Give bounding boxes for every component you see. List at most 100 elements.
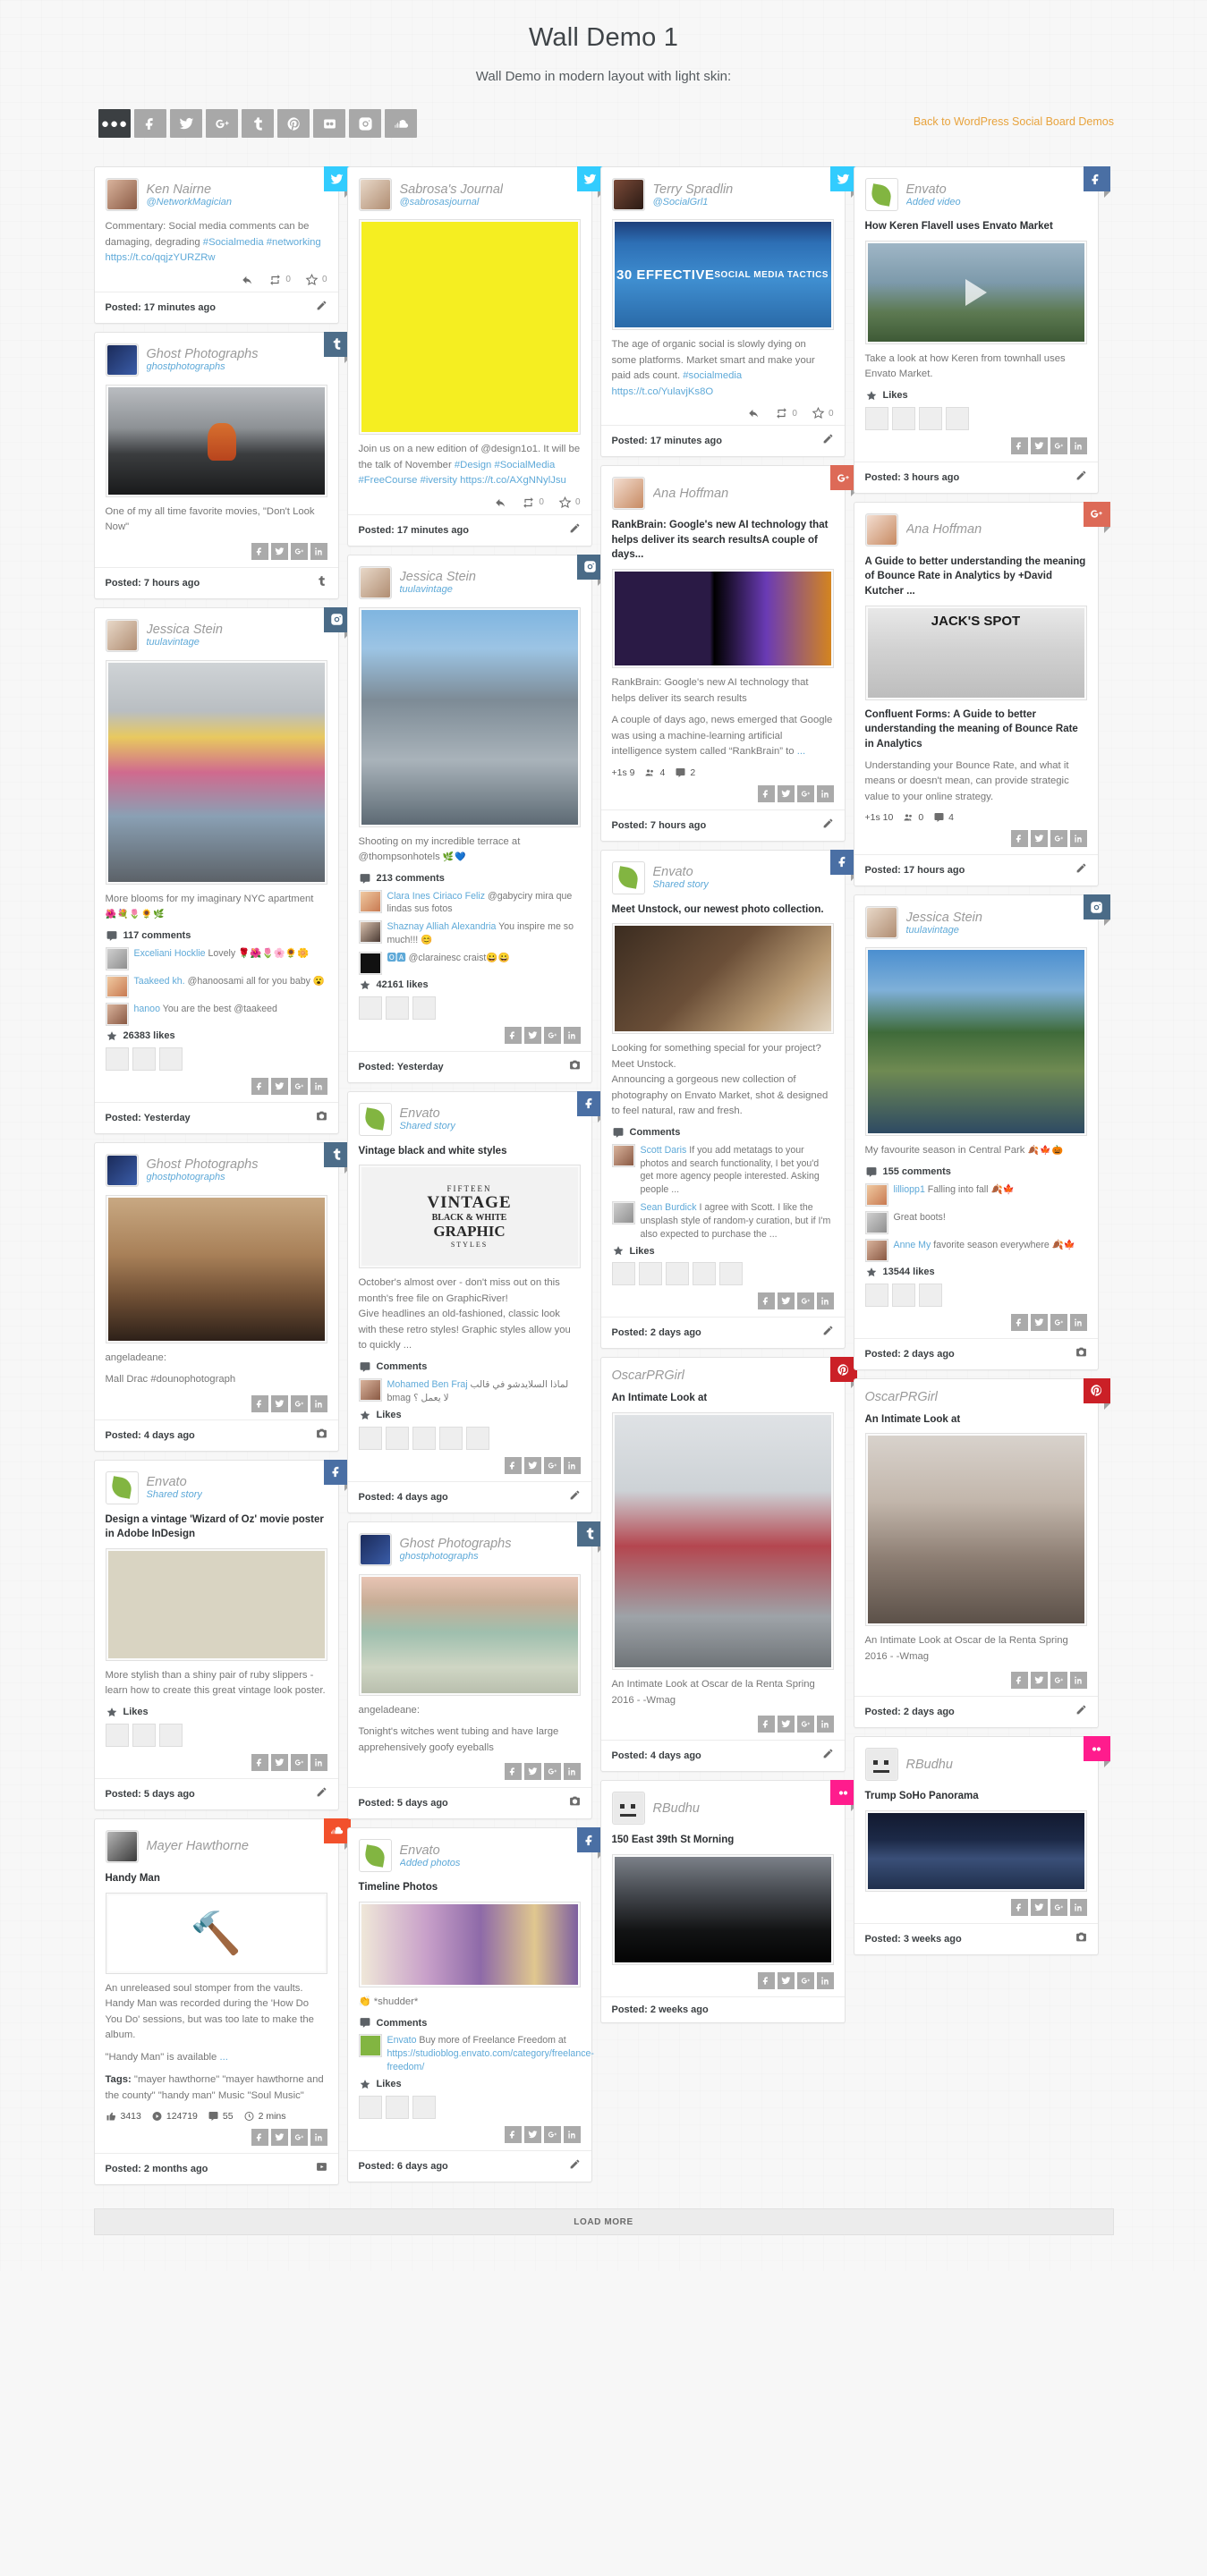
edit-icon[interactable]: [316, 1786, 327, 1802]
share-twitter-button[interactable]: [1030, 1313, 1048, 1331]
share-twitter-button[interactable]: [777, 784, 795, 802]
share-facebook-button[interactable]: [1010, 1672, 1028, 1690]
share-facebook-button[interactable]: [757, 784, 775, 802]
share-facebook-button[interactable]: [504, 2125, 522, 2143]
share-googleplus-button[interactable]: [290, 1077, 308, 1095]
share-linkedin-button[interactable]: [816, 1716, 834, 1733]
favorite-button[interactable]: 0: [812, 407, 834, 419]
share-twitter-button[interactable]: [777, 1716, 795, 1733]
post-card[interactable]: Jessica Stein tuulavintage My favourite …: [853, 894, 1110, 1370]
expand-ellipsis[interactable]: ...: [219, 2052, 227, 2063]
post-image[interactable]: [105, 384, 327, 497]
commenter-name[interactable]: Shaznay Alliah Alexandria: [387, 921, 497, 932]
avatar[interactable]: [358, 1532, 392, 1566]
play-icon[interactable]: [965, 278, 987, 306]
author-handle[interactable]: ghostphotographs: [147, 1172, 259, 1182]
tumblr-icon[interactable]: [316, 575, 327, 591]
avatar[interactable]: [611, 860, 645, 894]
share-googleplus-button[interactable]: [1050, 436, 1067, 454]
edit-icon[interactable]: [316, 300, 327, 316]
share-googleplus-button[interactable]: [796, 784, 814, 802]
camera-icon[interactable]: [316, 1110, 327, 1126]
post-subtitle[interactable]: Confluent Forms: A Guide to better under…: [865, 708, 1087, 752]
share-facebook-button[interactable]: [251, 1394, 268, 1412]
share-linkedin-button[interactable]: [563, 1763, 581, 1781]
post-image[interactable]: [358, 606, 581, 827]
filter-twitter-button[interactable]: [170, 109, 202, 138]
commenter-name[interactable]: Sean Burdick: [641, 1202, 697, 1213]
share-facebook-button[interactable]: [504, 1026, 522, 1044]
retweet-button[interactable]: 0: [775, 407, 797, 419]
avatar[interactable]: [358, 1839, 392, 1873]
commenter-avatar[interactable]: [864, 1182, 888, 1207]
author-handle[interactable]: Added video: [906, 197, 961, 208]
share-googleplus-button[interactable]: [543, 1026, 561, 1044]
avatar[interactable]: [611, 178, 645, 211]
post-title[interactable]: 150 East 39th St Morning: [612, 1833, 834, 1848]
share-twitter-button[interactable]: [270, 2129, 288, 2147]
post-title[interactable]: Design a vintage 'Wizard of Oz' movie po…: [106, 1513, 327, 1542]
post-url[interactable]: https://t.co/AXgNNylJsu: [457, 475, 566, 486]
filter-facebook-button[interactable]: [134, 109, 166, 138]
commenter-name[interactable]: Clara Ines Ciriaco Feliz: [387, 891, 486, 902]
liker-avatar[interactable]: [385, 1426, 409, 1450]
commenter-name[interactable]: Taakeed kh.: [134, 976, 185, 987]
filter-flickr-button[interactable]: [313, 109, 345, 138]
post-image[interactable]: JACK'S SPOT: [864, 605, 1087, 700]
post-image[interactable]: [358, 1573, 581, 1696]
post-card[interactable]: OscarPRGirl An Intimate Look at An Intim…: [853, 1377, 1110, 1729]
edit-icon[interactable]: [569, 2158, 581, 2174]
share-googleplus-button[interactable]: [796, 1292, 814, 1310]
favorite-button[interactable]: 0: [558, 496, 581, 509]
play-icon[interactable]: [316, 2161, 327, 2177]
author-handle[interactable]: Shared story: [147, 1489, 202, 1500]
post-card[interactable]: OscarPRGirl An Intimate Look at An Intim…: [599, 1357, 857, 1773]
post-title[interactable]: How Keren Flavell uses Envato Market: [865, 219, 1087, 234]
camera-icon[interactable]: [1075, 1346, 1087, 1362]
liker-avatar[interactable]: [412, 1426, 436, 1450]
share-linkedin-button[interactable]: [1069, 436, 1087, 454]
share-twitter-button[interactable]: [523, 1763, 541, 1781]
share-linkedin-button[interactable]: [1069, 1899, 1087, 1917]
share-twitter-button[interactable]: [270, 1077, 288, 1095]
filter-all-button[interactable]: ●●●: [98, 109, 131, 138]
share-googleplus-button[interactable]: [1050, 1672, 1067, 1690]
liker-avatar[interactable]: [132, 1046, 156, 1071]
liker-avatar[interactable]: [158, 1046, 183, 1071]
commenter-avatar[interactable]: [358, 920, 382, 945]
share-facebook-button[interactable]: [504, 1763, 522, 1781]
share-twitter-button[interactable]: [777, 1292, 795, 1310]
share-googleplus-button[interactable]: [796, 1971, 814, 1989]
liker-avatar[interactable]: [465, 1426, 489, 1450]
post-url[interactable]: https://t.co/YulavjKs8O: [612, 386, 714, 397]
filter-tumblr-button[interactable]: [242, 109, 274, 138]
share-twitter-button[interactable]: [777, 1971, 795, 1989]
avatar[interactable]: [358, 178, 392, 211]
share-facebook-button[interactable]: [251, 1753, 268, 1771]
post-card[interactable]: Terry Spradlin @SocialGrl1 30 EFFECTIVE S…: [599, 166, 857, 457]
filter-googleplus-button[interactable]: [206, 109, 238, 138]
share-linkedin-button[interactable]: [1069, 830, 1087, 848]
post-card[interactable]: RBudhu 150 East 39th St Morning Posted: …: [599, 1780, 857, 2023]
post-image[interactable]: [105, 659, 327, 885]
commenter-avatar[interactable]: [611, 1143, 635, 1167]
author-handle[interactable]: @sabrosasjournal: [400, 197, 504, 208]
avatar[interactable]: [358, 565, 392, 599]
reply-button[interactable]: [747, 407, 761, 419]
share-facebook-button[interactable]: [1010, 1899, 1028, 1917]
post-image[interactable]: [105, 1547, 327, 1661]
avatar[interactable]: [358, 1102, 392, 1136]
edit-icon[interactable]: [569, 522, 581, 538]
post-image[interactable]: [358, 219, 581, 435]
hashtag-link[interactable]: #Socialmedia #networking: [203, 237, 321, 248]
liker-avatar[interactable]: [358, 1426, 382, 1450]
post-image[interactable]: FIFTEEN VINTAGE BLACK & WHITE GRAPHIC STYLES: [358, 1165, 581, 1269]
share-linkedin-button[interactable]: [563, 1456, 581, 1474]
share-googleplus-button[interactable]: [1050, 1313, 1067, 1331]
edit-icon[interactable]: [822, 1325, 834, 1341]
post-image[interactable]: 🔨: [105, 1892, 327, 1974]
liker-avatar[interactable]: [105, 1723, 129, 1747]
share-facebook-button[interactable]: [757, 1716, 775, 1733]
share-linkedin-button[interactable]: [310, 1394, 327, 1412]
filter-pinterest-button[interactable]: [277, 109, 310, 138]
